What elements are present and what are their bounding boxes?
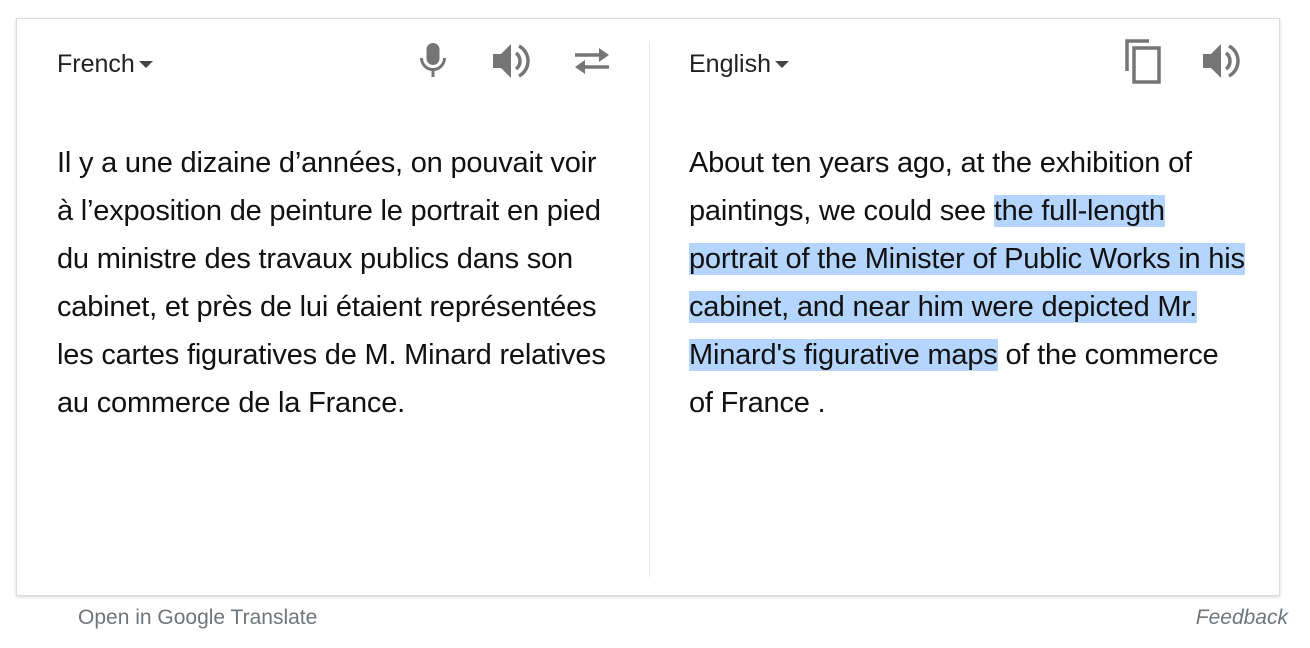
- copy-icon: [1125, 39, 1161, 84]
- open-in-google-translate-link[interactable]: Open in Google Translate: [78, 606, 317, 630]
- microphone-button[interactable]: [411, 39, 455, 83]
- speaker-icon: [493, 44, 530, 78]
- caret-down-icon: [138, 60, 153, 68]
- panel-divider: [649, 41, 650, 577]
- source-language-label: French: [57, 49, 135, 78]
- caret-down-icon: [775, 60, 789, 68]
- target-listen-button[interactable]: [1200, 39, 1244, 83]
- translate-card: French English Il y a une dizaine d’anné…: [16, 18, 1280, 596]
- copy-translation-button[interactable]: [1121, 39, 1165, 84]
- source-text[interactable]: Il y a une dizaine d’années, on pouvait …: [57, 139, 617, 427]
- swap-languages-button[interactable]: [570, 39, 614, 83]
- target-language-label: English: [689, 49, 771, 78]
- translated-text[interactable]: About ten years ago, at the exhibition o…: [689, 139, 1249, 427]
- feedback-link[interactable]: Feedback: [1196, 606, 1288, 630]
- target-language-select[interactable]: English: [689, 47, 789, 81]
- swap-arrows-icon: [575, 48, 609, 74]
- source-listen-button[interactable]: [490, 39, 534, 83]
- source-language-select[interactable]: French: [57, 47, 153, 81]
- speaker-icon: [1203, 44, 1240, 78]
- mic-icon: [420, 43, 446, 77]
